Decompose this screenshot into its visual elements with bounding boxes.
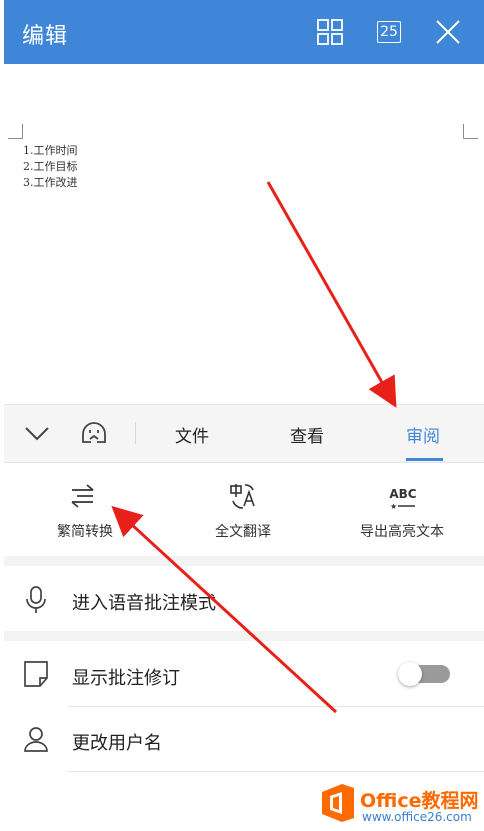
office-logo-icon (322, 784, 354, 822)
arrow-to-review-tab (266, 181, 397, 408)
annotation-arrows (111, 181, 397, 714)
arrow-to-convert-tool (111, 505, 338, 714)
watermark-brand: Office教程网 (360, 790, 479, 812)
watermark-url: www.office26.com (362, 810, 472, 824)
